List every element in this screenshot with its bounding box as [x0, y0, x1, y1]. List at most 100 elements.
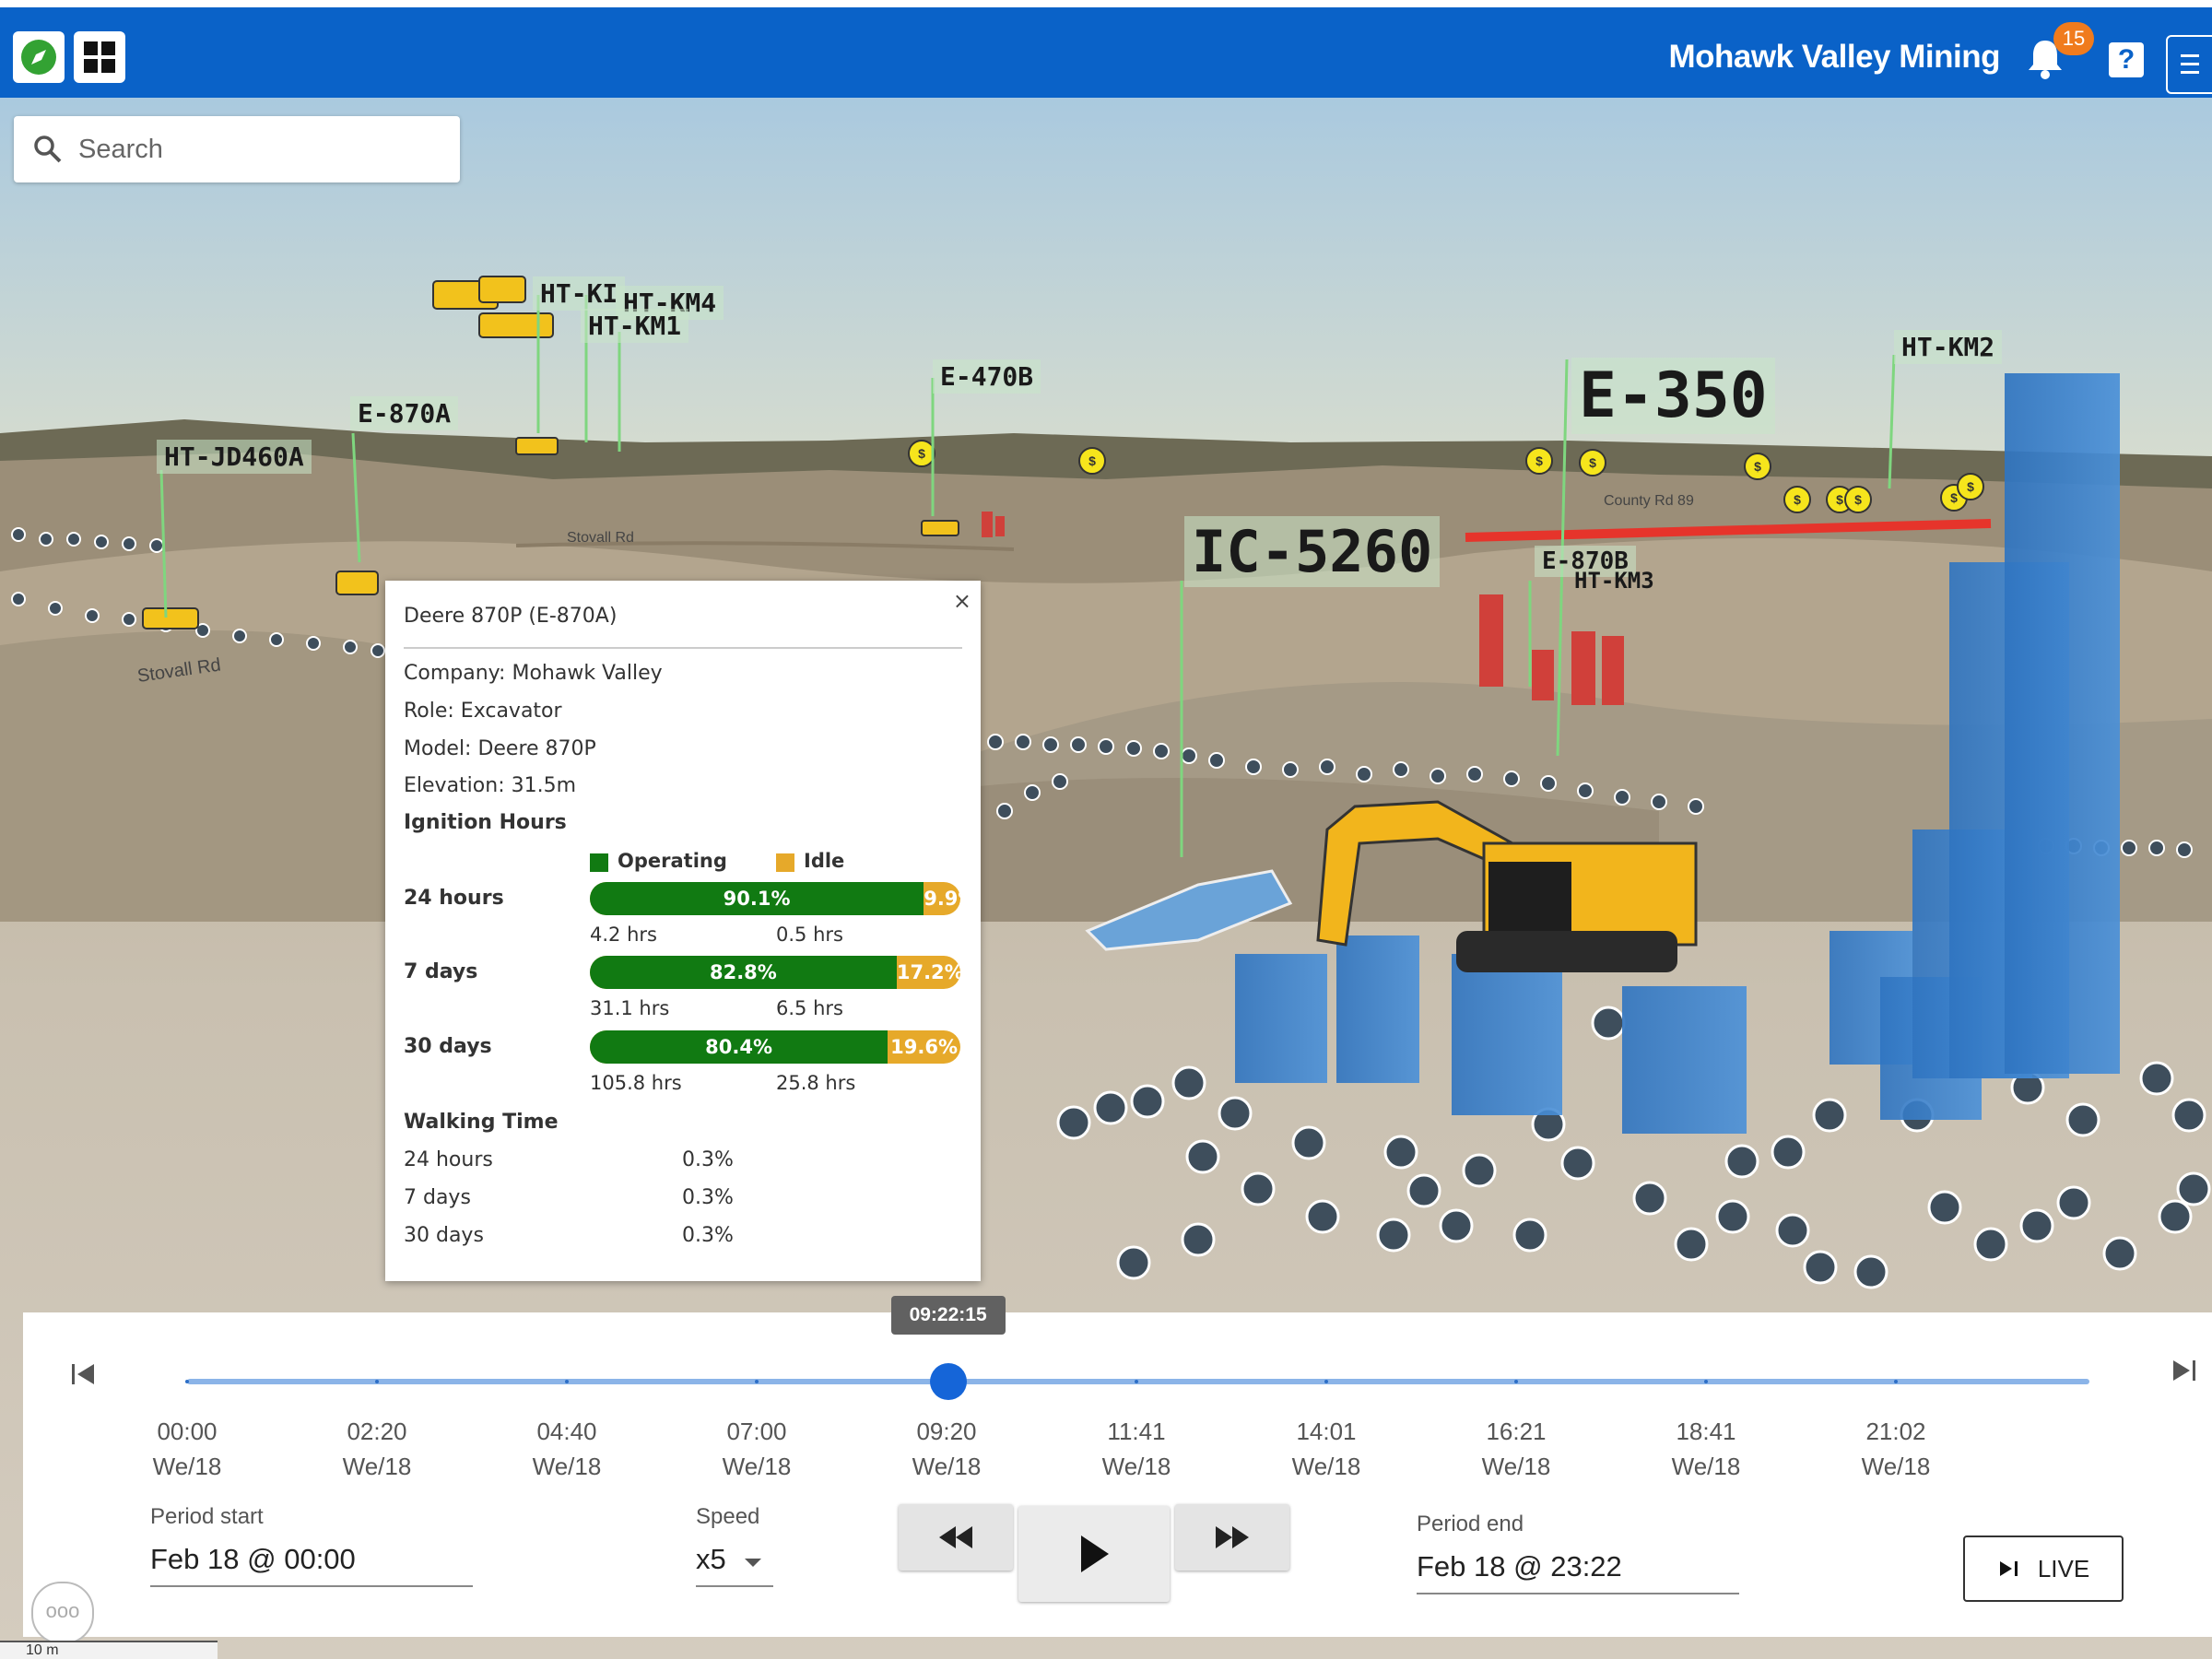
period-end-label: Period end — [1417, 1512, 1524, 1536]
playback-timeline-panel: 09:22:15 00:00 We/18 02:20 We/18 04:40 We/18 0… — [23, 1296, 2212, 1637]
walking-time-heading: Walking Time — [404, 1111, 559, 1134]
walking-row-label: 24 hours — [404, 1148, 493, 1171]
svg-text:$: $ — [1589, 455, 1596, 470]
legend-idle-label: Idle — [804, 850, 845, 872]
timeline-tick — [185, 1380, 189, 1383]
ignition-hours-heading: Ignition Hours — [404, 811, 567, 834]
map-label-ht-ki[interactable]: HT-KI — [533, 276, 626, 311]
map-label-ht-km2[interactable]: HT-KM2 — [1894, 330, 2003, 364]
timeline-tick-label: 11:41 We/18 — [1081, 1414, 1192, 1484]
walking-row-label: 7 days — [404, 1186, 471, 1209]
idle-segment: 9.9% — [924, 888, 960, 910]
tick-time: 09:20 — [916, 1418, 977, 1445]
skip-to-end-icon[interactable] — [2171, 1357, 2198, 1384]
operating-segment: 82.8% — [590, 956, 897, 989]
svg-text:$: $ — [1754, 459, 1761, 474]
compass-button[interactable] — [13, 31, 65, 83]
speed-label: Speed — [696, 1504, 760, 1529]
map-label-ht-km1[interactable]: HT-KM1 — [581, 309, 689, 343]
operating-segment: 80.4% — [590, 1030, 888, 1064]
timeline-track[interactable] — [187, 1379, 2089, 1384]
tick-day: We/18 — [1291, 1453, 1361, 1480]
tick-day: We/18 — [152, 1453, 222, 1480]
tick-day: We/18 — [532, 1453, 602, 1480]
period-start-label: Period start — [150, 1504, 264, 1529]
skip-live-icon — [1999, 1561, 2018, 1576]
timeline-tick — [375, 1380, 379, 1383]
timeline-tick — [1894, 1380, 1898, 1383]
timeline-tick — [755, 1380, 759, 1383]
timeline-tick-label: 18:41 We/18 — [1651, 1414, 1761, 1484]
speed-select[interactable]: x5 — [696, 1543, 773, 1587]
popup-model: Model: Deere 870P — [404, 737, 596, 760]
search-input[interactable] — [76, 133, 430, 166]
play-button[interactable] — [1018, 1506, 1170, 1602]
current-time-tooltip: 09:22:15 — [890, 1296, 1006, 1335]
timeline-tick — [1704, 1380, 1708, 1383]
map-scale-bar: 10 m — [0, 1641, 218, 1659]
notification-badge: 15 — [2053, 22, 2094, 55]
road-label-stovall-rd-1: Stovall Rd — [567, 530, 634, 546]
period-end-field[interactable]: Feb 18 @ 23:22 — [1417, 1550, 1739, 1594]
equipment-info-popup: Deere 870P (E-870A) × Company: Mohawk Va… — [385, 581, 981, 1281]
timeline-tick-label: 07:00 We/18 — [701, 1414, 812, 1484]
ignition-row-label: 7 days — [404, 960, 478, 983]
search-box[interactable] — [14, 116, 460, 182]
fast-forward-button[interactable] — [1175, 1504, 1289, 1571]
timeline-tick — [565, 1380, 569, 1383]
skip-to-start-icon[interactable] — [69, 1360, 97, 1388]
tick-time: 07:00 — [726, 1418, 787, 1445]
operating-hours: 105.8 hrs — [590, 1072, 682, 1094]
play-icon — [1081, 1535, 1109, 1572]
rewind-icon — [939, 1526, 972, 1548]
svg-text:$: $ — [1967, 479, 1974, 494]
map-label-ht-km3[interactable]: HT-KM3 — [1567, 566, 1662, 595]
top-app-bar: Mohawk Valley Mining 15 ? — [0, 0, 2212, 98]
hamburger-icon — [2181, 54, 2199, 74]
idle-hours: 25.8 hrs — [776, 1072, 856, 1094]
map-label-ht-jd460a[interactable]: HT-JD460A — [157, 440, 312, 474]
map-label-e-870a[interactable]: E-870A — [350, 396, 459, 430]
period-start-field[interactable]: Feb 18 @ 00:00 — [150, 1543, 473, 1587]
map-label-e-470b[interactable]: E-470B — [933, 359, 1041, 394]
popup-elevation: Elevation: 31.5m — [404, 774, 577, 797]
idle-hours: 0.5 hrs — [776, 924, 843, 946]
tick-time: 00:00 — [157, 1418, 218, 1445]
walking-row-value: 0.3% — [682, 1186, 734, 1209]
legend-operating-label: Operating — [618, 850, 727, 872]
tick-day: We/18 — [1481, 1453, 1551, 1480]
svg-text:$: $ — [1794, 492, 1801, 507]
ignition-bar: 80.4% 19.6% — [590, 1030, 960, 1064]
more-options-button[interactable]: ooo — [31, 1582, 94, 1644]
rewind-button[interactable] — [899, 1504, 1013, 1571]
idle-segment: 19.6% — [890, 1036, 959, 1058]
ignition-bar: 82.8% 17.2% — [590, 956, 960, 989]
menu-button[interactable] — [2166, 35, 2212, 94]
map-label-e-350[interactable]: E-350 — [1571, 358, 1775, 434]
popup-close-button[interactable]: × — [953, 588, 971, 614]
popup-company: Company: Mohawk Valley — [404, 662, 663, 685]
operating-segment: 90.1% — [590, 882, 924, 915]
popup-divider — [404, 647, 962, 649]
operating-hours: 4.2 hrs — [590, 924, 657, 946]
grid-icon — [84, 41, 115, 73]
svg-text:$: $ — [1088, 453, 1096, 468]
timeline-tick-label: 09:20 We/18 — [891, 1414, 1002, 1484]
popup-title: Deere 870P (E-870A) — [404, 605, 618, 628]
map-label-ic-5260[interactable]: IC-5260 — [1184, 516, 1441, 587]
ignition-bar: 90.1% 9.9% — [590, 882, 960, 915]
walking-row-label: 30 days — [404, 1224, 484, 1247]
tick-time: 16:21 — [1486, 1418, 1547, 1445]
tick-time: 21:02 — [1865, 1418, 1926, 1445]
popup-role: Role: Excavator — [404, 700, 562, 723]
tick-day: We/18 — [1861, 1453, 1931, 1480]
tick-day: We/18 — [912, 1453, 982, 1480]
help-button[interactable]: ? — [2109, 42, 2144, 77]
tick-day: We/18 — [722, 1453, 792, 1480]
fast-forward-icon — [1216, 1526, 1249, 1548]
dashboard-button[interactable] — [74, 31, 125, 83]
timeline-slider-thumb[interactable] — [929, 1363, 967, 1400]
live-button[interactable]: LIVE — [1963, 1535, 2124, 1602]
timeline-tick-label: 16:21 We/18 — [1461, 1414, 1571, 1484]
tick-time: 18:41 — [1676, 1418, 1736, 1445]
